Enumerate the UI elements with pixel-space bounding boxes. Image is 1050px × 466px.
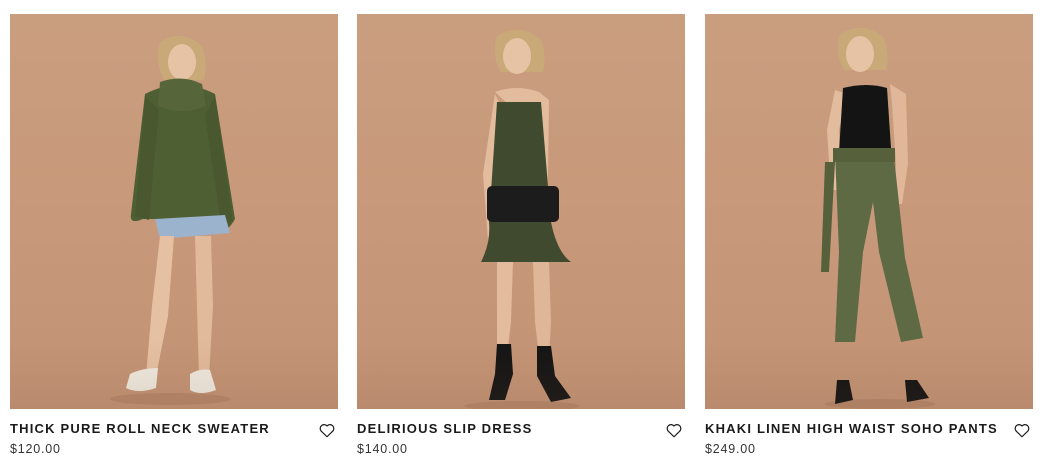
product-image[interactable] [357, 14, 685, 409]
product-image[interactable] [10, 14, 338, 409]
product-card: KHAKI LINEN HIGH WAIST SOHO PANTS $249.0… [705, 14, 1033, 461]
product-name[interactable]: KHAKI LINEN HIGH WAIST SOHO PANTS [705, 421, 998, 436]
heart-outline-icon[interactable] [1013, 421, 1031, 439]
heart-outline-icon[interactable] [318, 421, 336, 439]
product-grid: THICK PURE ROLL NECK SWEATER $120.00 DEL… [0, 0, 1050, 466]
model-pants-illustration [821, 27, 935, 409]
product-price: $140.00 [357, 442, 408, 456]
model-sweater-illustration [110, 35, 235, 405]
product-name[interactable]: DELIRIOUS SLIP DRESS [357, 421, 532, 436]
product-price: $120.00 [10, 442, 61, 456]
product-meta: DELIRIOUS SLIP DRESS $140.00 [357, 409, 685, 461]
heart-outline-icon[interactable] [665, 421, 683, 439]
product-meta: THICK PURE ROLL NECK SWEATER $120.00 [10, 409, 338, 461]
product-name[interactable]: THICK PURE ROLL NECK SWEATER [10, 421, 270, 436]
product-card: THICK PURE ROLL NECK SWEATER $120.00 [10, 14, 338, 461]
product-meta: KHAKI LINEN HIGH WAIST SOHO PANTS $249.0… [705, 409, 1033, 461]
model-dress-illustration [464, 29, 580, 409]
product-price: $249.00 [705, 442, 756, 456]
product-card: DELIRIOUS SLIP DRESS $140.00 [357, 14, 685, 461]
product-image[interactable] [705, 14, 1033, 409]
